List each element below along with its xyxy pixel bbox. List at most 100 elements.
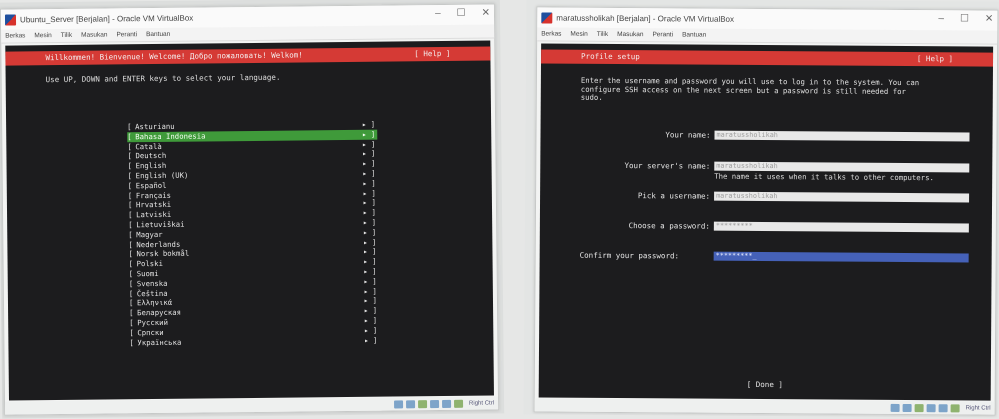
shared-folder-icon [442,399,452,408]
menu-peranti[interactable]: Peranti [116,31,137,38]
statusbar-right: Right Ctrl [534,398,995,415]
bracket-open: [ [129,327,134,338]
language-label: Latviski [136,210,172,220]
virtualbox-icon [541,11,553,24]
network-icon [914,403,924,412]
bracket-open: [ [128,269,134,279]
bracket-open: [ [128,230,133,240]
confirm-password-input[interactable]: *********_ [713,251,969,263]
menu-mesin[interactable]: Mesin [570,31,587,38]
help-button-left[interactable]: [ Help ] [414,47,450,61]
server-name-hint: The name it uses when it talks to other … [714,171,934,183]
submenu-arrow-icon: ▸ ] [363,296,378,306]
menu-tilik[interactable]: Tilik [597,31,608,38]
password-input[interactable]: ********* [713,221,969,233]
help-button-right[interactable]: [ Help ] [917,52,953,66]
menu-bantuan[interactable]: Bantuan [682,31,706,38]
server-name-input[interactable]: maratussholikah [714,161,970,173]
menu-bantuan[interactable]: Bantuan [146,31,170,38]
menu-masukan[interactable]: Masukan [81,31,107,38]
username-row: Pick a username: maratussholikah [540,189,980,204]
installer-header-left: Willkommen! Bienvenue! Welcome! Добро по… [5,46,491,66]
maximize-icon[interactable]: ☐ [960,13,969,24]
language-label: Hrvatski [135,200,172,210]
display-icon [950,403,960,412]
hdd-icon [890,403,900,412]
menu-tilik[interactable]: Tilik [61,32,72,39]
shared-folder-icon [938,403,948,412]
network-icon [418,399,428,408]
vm-screen-right[interactable]: Profile setup [ Help ] Enter the usernam… [538,43,994,401]
profile-setup-title: Profile setup [581,51,640,62]
hdd-icon [394,399,404,409]
done-button[interactable]: [ Done ] [747,380,783,389]
submenu-arrow-icon: ▸ ] [361,119,376,129]
submenu-arrow-icon: ▸ ] [363,256,377,266]
bracket-open: [ [127,141,132,151]
usb-icon [926,403,936,412]
menu-mesin[interactable]: Mesin [34,32,51,39]
bracket-open: [ [128,210,133,220]
welcome-title: Willkommen! Bienvenue! Welcome! Добро по… [45,50,303,63]
password-label: Choose a password: [628,221,710,231]
menu-peranti[interactable]: Peranti [652,31,673,38]
close-icon[interactable]: ✕ [482,7,491,18]
close-icon[interactable]: ✕ [985,14,993,25]
vm-screen-left[interactable]: Willkommen! Bienvenue! Welcome! Добро по… [5,40,494,401]
submenu-arrow-icon: ▸ ] [361,129,376,139]
bracket-open: [ [129,318,134,328]
language-label: Polski [136,259,163,269]
display-icon [453,399,464,408]
submenu-arrow-icon: ▸ ] [362,178,376,188]
bracket-open: [ [127,181,133,191]
virtualbox-window-left: Ubuntu_Server [Berjalan] - Oracle VM Vir… [0,3,500,416]
photo-left: Ubuntu_Server [Berjalan] - Oracle VM Vir… [0,0,505,419]
submenu-arrow-icon: ▸ ] [364,325,378,335]
bracket-open: [ [128,220,133,230]
language-label: Español [135,180,167,190]
submenu-arrow-icon: ▸ ] [363,305,378,315]
bracket-open: [ [127,200,133,210]
language-label: Català [135,141,162,151]
profile-description: Enter the username and password you will… [581,76,961,105]
language-label: English [135,161,167,171]
language-label: Français [135,190,172,200]
your-name-input[interactable]: maratussholikah [714,130,970,142]
bracket-open: [ [129,337,134,347]
language-label: Magyar [136,229,163,239]
host-key-label: Right Ctrl [469,399,495,407]
menu-berkas[interactable]: Berkas [5,32,25,39]
submenu-arrow-icon: ▸ ] [363,237,377,247]
bracket-open: [ [127,132,132,142]
language-label: Српски [137,327,164,337]
submenu-arrow-icon: ▸ ] [362,158,376,169]
menu-berkas[interactable]: Berkas [541,30,561,37]
language-label: English (UK) [135,170,189,181]
optical-icon [406,399,416,408]
optical-icon [902,403,912,412]
language-label: Русский [137,317,169,328]
submenu-arrow-icon: ▸ ] [363,247,377,257]
confirm-password-row: Confirm your password: *********_ [540,249,980,264]
language-label: Беларуская [137,307,182,318]
bracket-open: [ [127,190,133,200]
window-title-right: maratussholikah [Berjalan] - Oracle VM V… [556,13,735,24]
language-label: Lietuviškai [136,219,185,230]
maximize-icon[interactable]: ☐ [457,8,466,19]
submenu-arrow-icon: ▸ ] [362,149,376,159]
usb-icon [430,399,440,408]
minimize-icon[interactable]: – [938,13,944,24]
language-label: Ελληνικά [136,298,173,308]
bracket-open: [ [129,308,134,318]
language-item[interactable]: [Українська ▸ ] [129,335,379,347]
minimize-icon[interactable]: – [435,8,441,19]
submenu-arrow-icon: ▸ ] [362,207,377,218]
your-name-row: Your name: maratussholikah [540,128,980,143]
menu-masukan[interactable]: Masukan [617,31,643,38]
submenu-arrow-icon: ▸ ] [362,139,376,149]
photo-right: maratussholikah [Berjalan] - Oracle VM V… [523,0,999,418]
username-input[interactable]: maratussholikah [714,191,970,203]
submenu-arrow-icon: ▸ ] [364,335,378,345]
bracket-open: [ [127,122,132,132]
language-label: Українська [137,337,182,347]
